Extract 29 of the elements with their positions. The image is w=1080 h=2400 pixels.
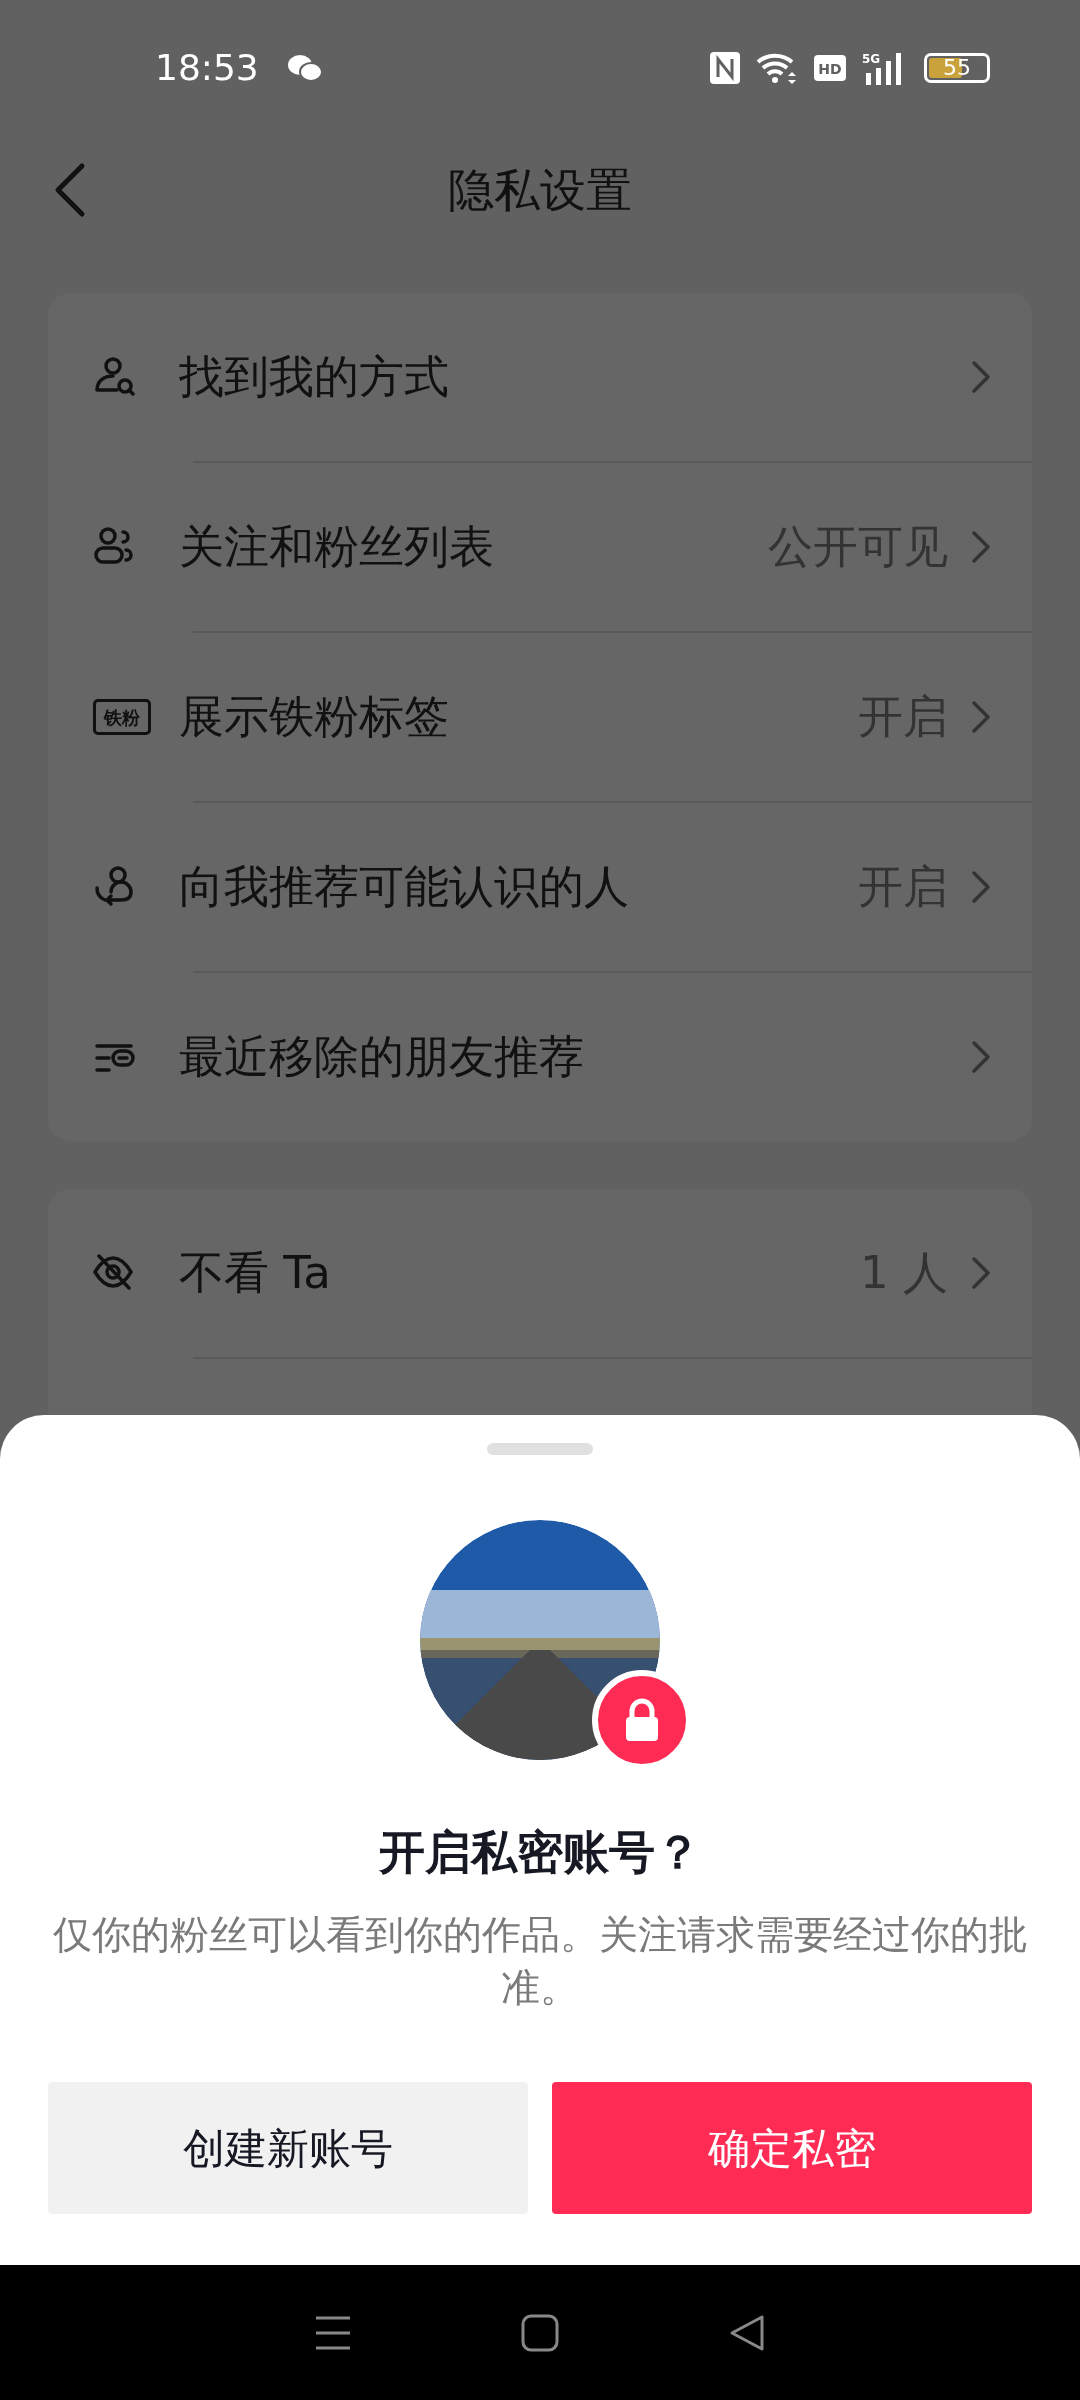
badge-icon: 铁粉 bbox=[93, 699, 151, 735]
battery-level: 55 bbox=[943, 56, 971, 79]
page-title: 隐私设置 bbox=[448, 161, 632, 219]
nfc-icon bbox=[710, 51, 740, 84]
drag-handle[interactable] bbox=[487, 1443, 593, 1455]
settings-row[interactable]: 找到我的方式 bbox=[48, 293, 1032, 461]
confirm-button[interactable]: 确定私密 bbox=[552, 2082, 1032, 2215]
chevron-icon bbox=[970, 529, 992, 565]
row-label: 最近移除的朋友推荐 bbox=[179, 1029, 584, 1086]
home-icon[interactable] bbox=[521, 2313, 559, 2352]
row-label: 向我推荐可能认识的人 bbox=[179, 859, 629, 916]
row-label: 找到我的方式 bbox=[179, 349, 449, 406]
hd-icon: HD bbox=[814, 54, 846, 81]
chevron-icon bbox=[970, 699, 992, 735]
chevron-icon bbox=[970, 359, 992, 395]
row-label: 不看 Ta bbox=[179, 1245, 331, 1302]
status-time: 18:53 bbox=[155, 45, 259, 90]
chevron-icon bbox=[970, 1255, 992, 1291]
row-label: 关注和粉丝列表 bbox=[179, 519, 494, 576]
chat-app-icon bbox=[286, 52, 323, 83]
create-account-button[interactable]: 创建新账号 bbox=[48, 2082, 528, 2215]
sheet-description: 仅你的粉丝可以看到你的作品。关注请求需要经过你的批准。 bbox=[51, 1911, 1029, 2012]
wifi-icon bbox=[756, 51, 798, 84]
chevron-icon bbox=[970, 869, 992, 905]
chevron-icon bbox=[970, 1039, 992, 1075]
row-label: 展示铁粉标签 bbox=[179, 689, 449, 746]
menu-icon[interactable] bbox=[314, 2314, 353, 2351]
settings-row[interactable]: 最近移除的朋友推荐 bbox=[48, 973, 1032, 1141]
sheet-title: 开启私密账号？ bbox=[378, 1824, 702, 1881]
